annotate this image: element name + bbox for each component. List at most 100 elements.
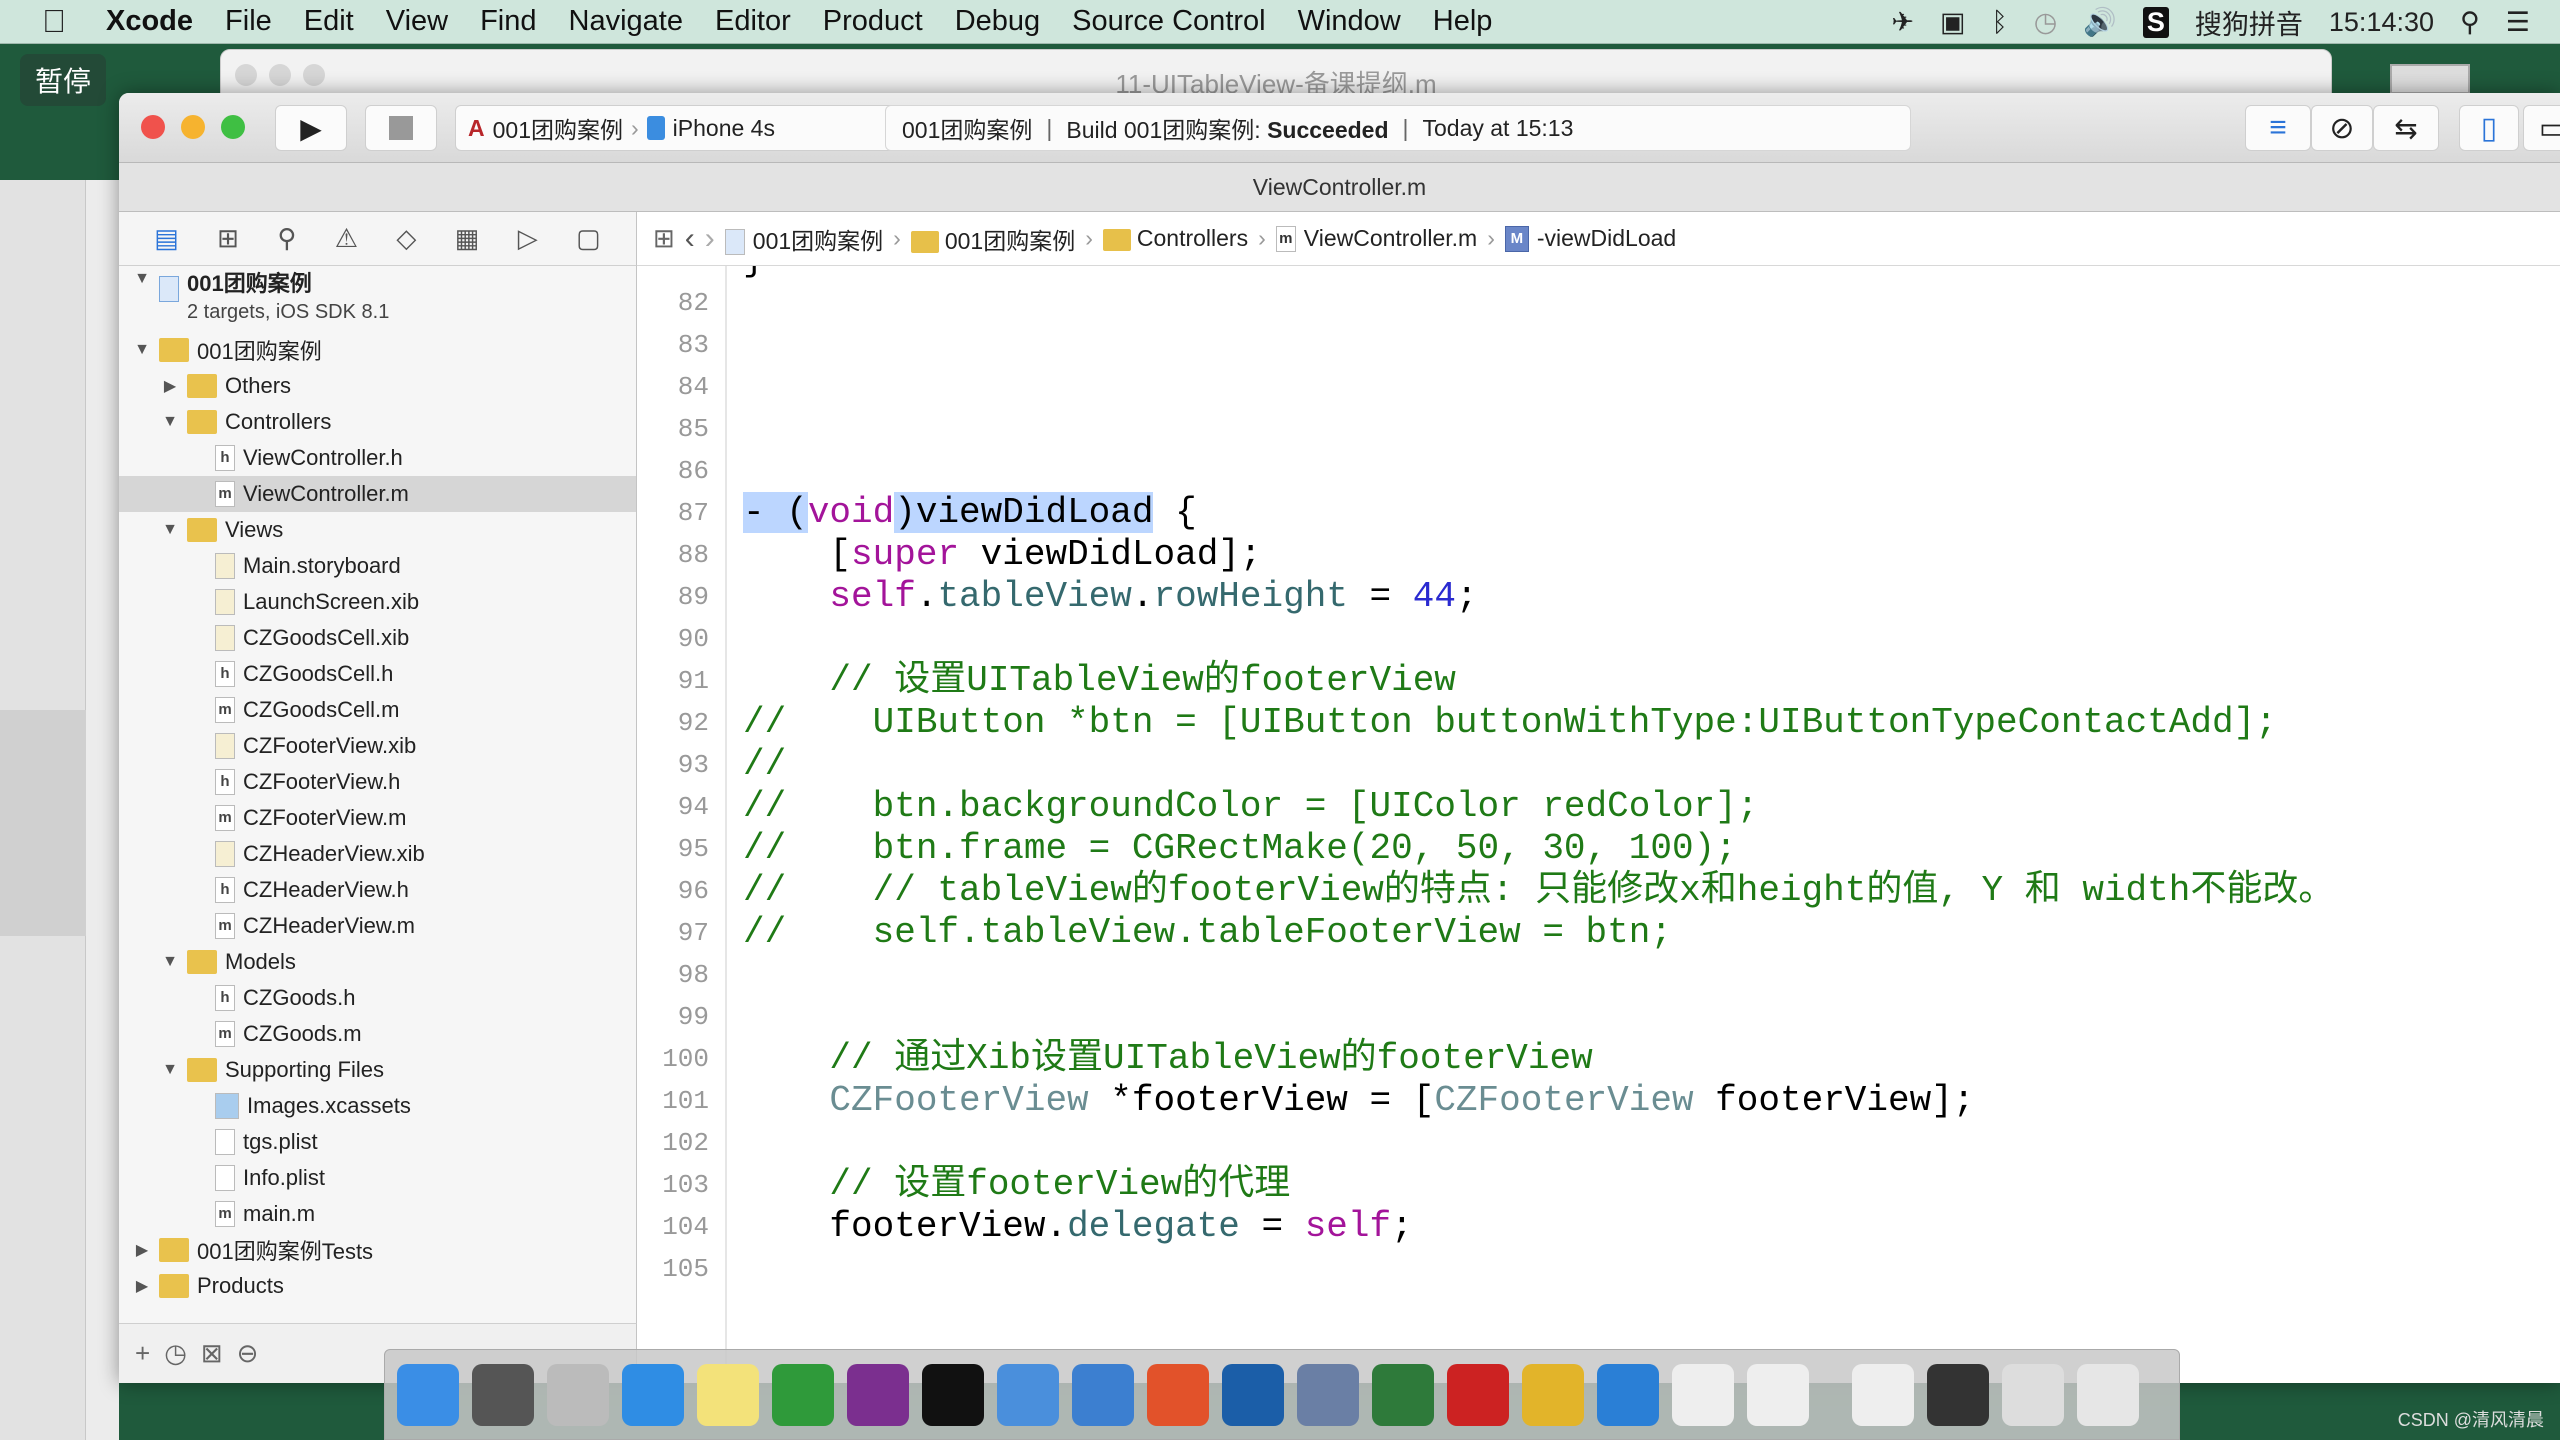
filter-icon[interactable]: ⊖ xyxy=(237,1338,259,1369)
navigator-item[interactable]: m main.m xyxy=(119,1196,636,1232)
standard-editor-button[interactable]: ≡ xyxy=(2245,105,2311,151)
back-button[interactable]: ‹ xyxy=(685,222,695,256)
jump-file[interactable]: m ViewController.m xyxy=(1275,225,1477,253)
dock-onenote-icon[interactable] xyxy=(847,1363,909,1426)
breakpoint-navigator-icon[interactable]: ▷ xyxy=(518,223,538,254)
report-navigator-icon[interactable]: ▢ xyxy=(576,223,601,254)
menu-window[interactable]: Window xyxy=(1298,5,1401,38)
jump-method[interactable]: M -viewDidLoad xyxy=(1504,225,1676,253)
dock-preview-doc-icon[interactable] xyxy=(1852,1363,1914,1426)
dock-notes-icon[interactable] xyxy=(697,1363,759,1426)
disclosure-open-icon[interactable]: ▼ xyxy=(131,270,153,288)
related-items-icon[interactable]: ⊞ xyxy=(653,223,675,254)
disclosure-open-icon[interactable]: ▼ xyxy=(159,521,181,539)
navigator-item[interactable]: m CZHeaderView.m xyxy=(119,908,636,944)
scheme-selector[interactable]: A 001团购案例 › iPhone 4s xyxy=(455,105,935,151)
jump-controllers[interactable]: Controllers xyxy=(1102,225,1248,252)
dock-launchpad-icon[interactable] xyxy=(547,1363,609,1426)
version-editor-button[interactable]: ⇆ xyxy=(2373,105,2439,151)
debug-navigator-icon[interactable]: ▦ xyxy=(455,223,480,254)
navigator-item[interactable]: ▶ 001团购案例Tests xyxy=(119,1232,636,1268)
navigator-item[interactable]: ▼ Supporting Files xyxy=(119,1052,636,1088)
notification-center-icon[interactable]: ☰ xyxy=(2506,7,2530,38)
menu-file[interactable]: File xyxy=(225,5,272,38)
symbol-navigator-icon[interactable]: ⊞ xyxy=(217,223,239,254)
menu-view[interactable]: View xyxy=(386,5,448,38)
menu-debug[interactable]: Debug xyxy=(955,5,1040,38)
disclosure-closed-icon[interactable]: ▶ xyxy=(131,1276,153,1296)
navigator-item[interactable]: h ViewController.h xyxy=(119,440,636,476)
navigator-item[interactable]: CZHeaderView.xib xyxy=(119,836,636,872)
stop-button[interactable] xyxy=(365,105,437,151)
input-method[interactable]: 搜狗拼音 xyxy=(2195,3,2303,42)
dock-simulator-icon[interactable] xyxy=(1072,1363,1134,1426)
zoom-button[interactable] xyxy=(221,115,245,139)
navigator-item[interactable]: Info.plist xyxy=(119,1160,636,1196)
navigator-item[interactable]: m CZGoodsCell.m xyxy=(119,692,636,728)
navigator-item[interactable]: m CZFooterView.m xyxy=(119,800,636,836)
disclosure-open-icon[interactable]: ▼ xyxy=(159,953,181,971)
apple-menu-icon[interactable]:  xyxy=(42,3,66,40)
bluetooth-icon[interactable]: ᛒ xyxy=(1991,7,2007,38)
dock-screenshot-icon[interactable] xyxy=(1222,1363,1284,1426)
volume-icon[interactable]: 🔊 xyxy=(2083,6,2117,38)
dock-filezilla-icon[interactable] xyxy=(1447,1363,1509,1426)
dock-xcode-icon[interactable] xyxy=(997,1363,1059,1426)
run-button[interactable]: ▶ xyxy=(275,105,347,151)
navigator-item[interactable]: CZFooterView.xib xyxy=(119,728,636,764)
navigator-item[interactable]: ▶ Products xyxy=(119,1268,636,1304)
jump-group[interactable]: 001团购案例 xyxy=(910,222,1075,256)
dock-network-utility-icon[interactable] xyxy=(1372,1363,1434,1426)
menu-editor[interactable]: Editor xyxy=(715,5,791,38)
navigator-item[interactable]: ▼ Views xyxy=(119,512,636,548)
source-control-filter-icon[interactable]: ⊠ xyxy=(201,1338,223,1369)
menu-help[interactable]: Help xyxy=(1433,5,1493,38)
forward-button[interactable]: › xyxy=(705,222,715,256)
screen-record-icon[interactable]: ▣ xyxy=(1940,7,1966,38)
navigator-item[interactable]: Main.storyboard xyxy=(119,548,636,584)
disclosure-open-icon[interactable]: ▼ xyxy=(159,1061,181,1079)
dock-safari-icon[interactable] xyxy=(622,1363,684,1426)
airplane-icon[interactable]: ✈ xyxy=(1891,7,1914,38)
tab-viewcontroller-m[interactable]: ViewController.m xyxy=(119,163,2560,212)
issue-navigator-icon[interactable]: ⚠ xyxy=(335,223,358,254)
navigator-item[interactable]: m ViewController.m xyxy=(119,476,636,512)
menu-app[interactable]: Xcode xyxy=(106,5,193,38)
project-navigator-icon[interactable]: ▤ xyxy=(154,223,179,254)
spotlight-icon[interactable]: ⚲ xyxy=(2460,7,2480,38)
dock-trash-icon[interactable] xyxy=(2077,1363,2139,1426)
find-navigator-icon[interactable]: ⚲ xyxy=(277,223,296,254)
dock-excel-icon[interactable] xyxy=(772,1363,834,1426)
close-button[interactable] xyxy=(141,115,165,139)
add-icon[interactable]: + xyxy=(135,1338,150,1369)
sogou-icon[interactable]: S xyxy=(2142,6,2169,38)
menu-find[interactable]: Find xyxy=(480,5,536,38)
navigator-item[interactable]: ▼ Controllers xyxy=(119,404,636,440)
dock-finder-icon[interactable] xyxy=(397,1363,459,1426)
jump-project[interactable]: 001团购案例 xyxy=(724,222,883,256)
dock-downloads-icon[interactable] xyxy=(2002,1363,2064,1426)
navigator-item[interactable]: tgs.plist xyxy=(119,1124,636,1160)
clock[interactable]: 15:14:30 xyxy=(2329,7,2434,38)
code-editor[interactable]: } - (void)viewDidLoad { [super viewDidLo… xyxy=(727,266,2560,1383)
navigator-item[interactable]: h CZFooterView.h xyxy=(119,764,636,800)
disclosure-closed-icon[interactable]: ▶ xyxy=(159,376,181,396)
menu-product[interactable]: Product xyxy=(823,5,923,38)
navigator-item[interactable]: CZGoodsCell.xib xyxy=(119,620,636,656)
dock-textedit-icon[interactable] xyxy=(1672,1363,1734,1426)
dock-system-preferences-icon[interactable] xyxy=(472,1363,534,1426)
minimize-button[interactable] xyxy=(181,115,205,139)
project-root[interactable]: ▼ 001团购案例 2 targets, iOS SDK 8.1 xyxy=(119,266,636,326)
navigator-item[interactable]: h CZHeaderView.h xyxy=(119,872,636,908)
navigator-item[interactable]: Images.xcassets xyxy=(119,1088,636,1124)
dock-pages-tools-icon[interactable] xyxy=(1522,1363,1584,1426)
menu-edit[interactable]: Edit xyxy=(304,5,354,38)
time-machine-icon[interactable]: ◷ xyxy=(2034,7,2058,38)
toggle-debug-button[interactable]: ▭ xyxy=(2523,105,2560,151)
navigator-item[interactable]: LaunchScreen.xib xyxy=(119,584,636,620)
dock-word-icon[interactable] xyxy=(1597,1363,1659,1426)
navigator-item[interactable]: ▶ Others xyxy=(119,368,636,404)
navigator-item[interactable]: h CZGoods.h xyxy=(119,980,636,1016)
disclosure-closed-icon[interactable]: ▶ xyxy=(131,1240,153,1260)
assistant-editor-button[interactable]: ⊘ xyxy=(2311,105,2373,151)
